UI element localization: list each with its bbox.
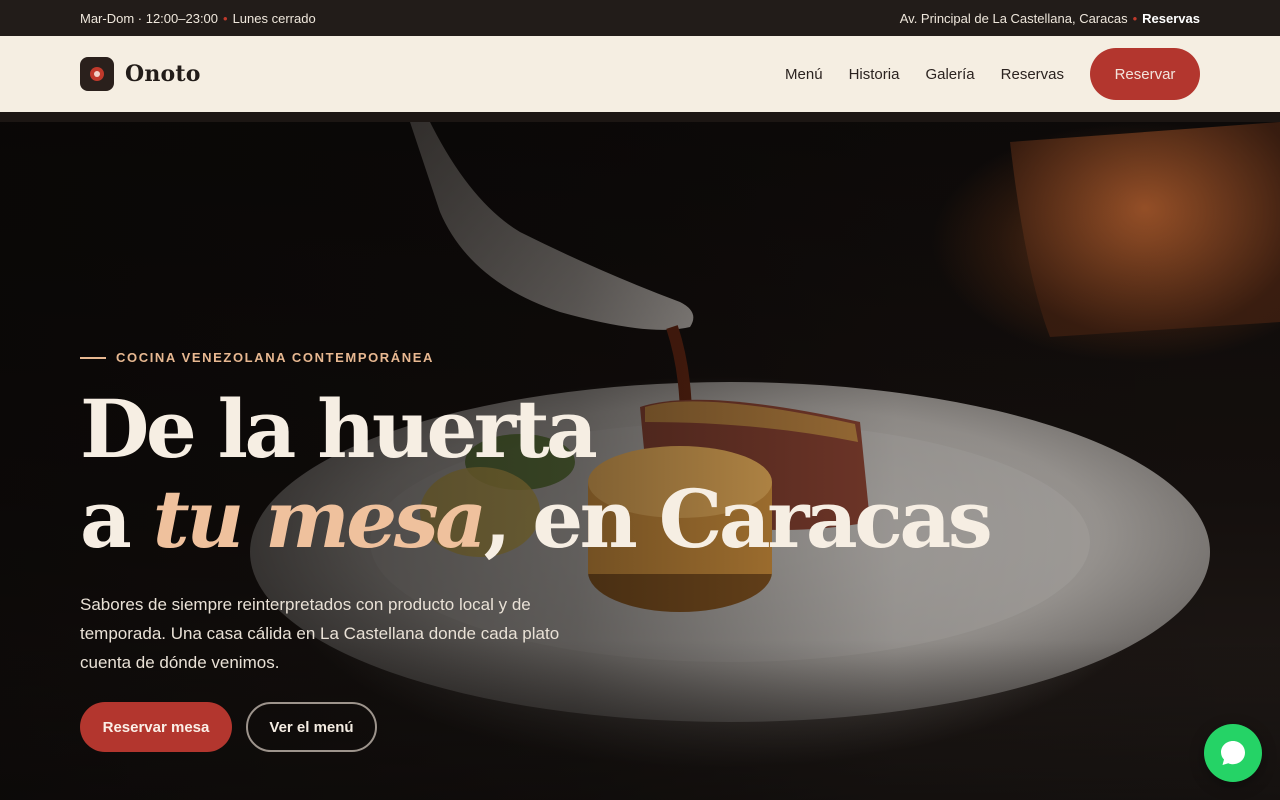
nav-item-reservas[interactable]: Reservas: [1001, 66, 1064, 83]
top-info-bar: Mar-Dom · 12:00–23:00 • Lunes cerrado Av. …: [0, 0, 1280, 36]
closed-text: Lunes cerrado: [232, 10, 316, 26]
reservar-button[interactable]: Reservar: [1090, 48, 1200, 100]
opening-hours: Mar-Dom · 12:00–23:00 • Lunes cerrado: [80, 11, 316, 26]
headline-line-1: De la huerta: [80, 382, 598, 476]
eyebrow-text: COCINA VENEZOLANA CONTEMPORÁNEA: [116, 350, 435, 365]
topbar-reservas-link[interactable]: Reservas: [1142, 11, 1200, 26]
hero-description: Sabores de siempre reinterpretados con p…: [80, 595, 560, 672]
hours-text: Mar-Dom · 12:00–23:00: [80, 10, 219, 26]
main-navigation: Onoto Menú Historia Galería Reservas Res…: [0, 36, 1280, 112]
address-text: Av. Principal de La Castellana, Caracas: [899, 10, 1128, 26]
nav-item-galeria[interactable]: Galería: [925, 66, 974, 83]
whatsapp-chat-icon: [1221, 741, 1245, 765]
ver-menu-button[interactable]: Ver el menú: [246, 702, 377, 752]
headline-suffix: , en Caracas: [483, 472, 993, 566]
eyebrow-line: [80, 356, 106, 359]
location-info: Av. Principal de La Castellana, Caracas •…: [900, 11, 1200, 26]
onoto-logo-icon: [80, 57, 114, 91]
hero-headline: De la huerta a tu mesa, en Caracas: [80, 382, 993, 566]
nav-item-historia[interactable]: Historia: [849, 66, 900, 83]
hero-section: COCINA VENEZOLANA CONTEMPORÁNEA De la hu…: [0, 122, 1280, 800]
brand[interactable]: Onoto: [80, 57, 201, 91]
separator-dot: •: [1132, 10, 1138, 26]
headline-accent: tu mesa: [152, 472, 487, 566]
nav-divider: [0, 112, 1280, 122]
separator-dot: •: [223, 10, 228, 26]
nav-menu: Menú Historia Galería Reservas Reservar: [759, 48, 1200, 100]
hero-eyebrow: COCINA VENEZOLANA CONTEMPORÁNEA: [80, 350, 434, 365]
nav-item-menu[interactable]: Menú: [785, 66, 823, 83]
reservar-mesa-button[interactable]: Reservar mesa: [80, 702, 232, 752]
brand-name: Onoto: [125, 61, 201, 87]
headline-prefix: a: [80, 472, 153, 566]
whatsapp-chat-button[interactable]: [1204, 724, 1262, 782]
